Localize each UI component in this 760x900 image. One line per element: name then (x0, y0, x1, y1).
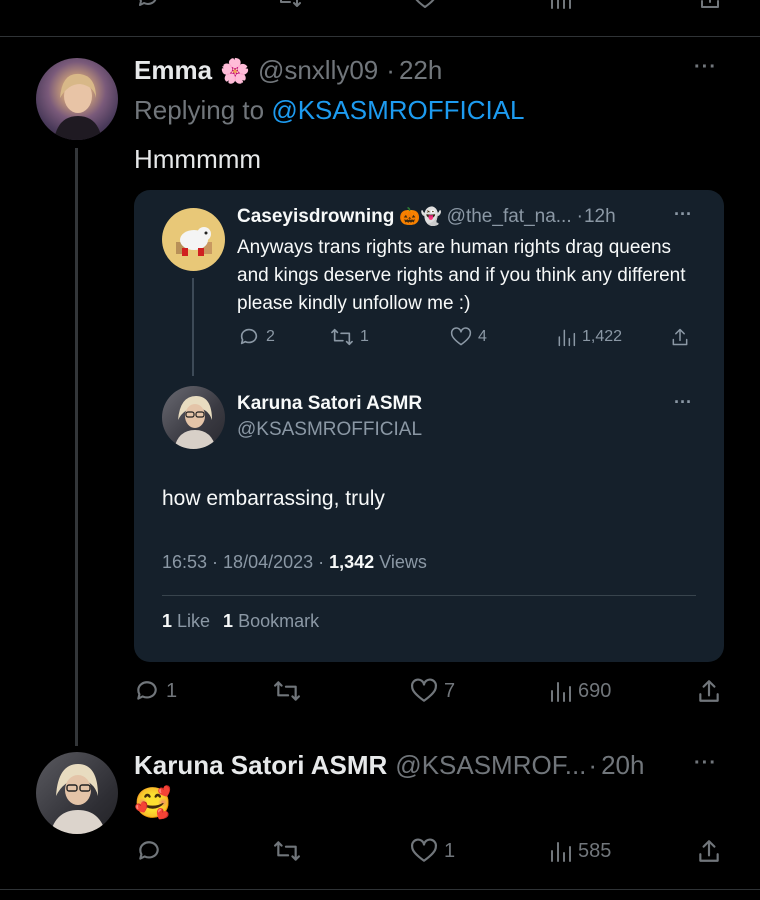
share-button[interactable] (696, 678, 722, 704)
timestamp[interactable]: 12h (584, 206, 616, 228)
divider-bottom (0, 889, 760, 890)
retweet-icon (274, 841, 300, 861)
retweet-icon (331, 328, 353, 346)
views-icon (551, 682, 571, 702)
flower-emoji: 🌸 (220, 58, 250, 85)
retweet-count: 1 (360, 328, 369, 345)
reply-icon[interactable] (136, 0, 160, 10)
like-count: 4 (478, 328, 487, 345)
reply-button[interactable]: 2 (238, 326, 275, 348)
display-name[interactable]: Karuna Satori ASMR (134, 750, 387, 781)
heart-icon (450, 327, 472, 346)
heart-icon (411, 678, 437, 702)
views-button[interactable]: 585 (548, 838, 611, 864)
separator-dot: · (588, 750, 598, 780)
retweet-button[interactable] (272, 678, 302, 704)
separator-dot: · (212, 552, 219, 572)
views-count: 585 (578, 839, 612, 862)
pumpkin-ghost-emoji: 🎃👻 (399, 207, 442, 226)
retweet-icon (274, 681, 300, 701)
share-icon (672, 328, 688, 346)
replying-to: Replying to @KSASMROFFICIAL (134, 95, 525, 126)
reply-button[interactable] (136, 838, 162, 864)
more-options-icon[interactable]: ··· (694, 752, 717, 775)
separator-dot: · (386, 55, 395, 85)
views-count: 832 (578, 0, 611, 5)
separator-dot: · (318, 552, 325, 572)
separator-dot: · (576, 206, 583, 227)
like-button[interactable]: 4 (450, 326, 487, 348)
tweet-text: Hmmmmm (134, 144, 262, 174)
retweet-icon[interactable] (276, 0, 302, 10)
post-time[interactable]: 16:53 (162, 552, 207, 573)
avatar[interactable] (162, 208, 225, 271)
tweet-text: Anyways trans rights are human rights dr… (237, 237, 686, 314)
views-count: 690 (578, 679, 612, 702)
reply-count: 1 (166, 679, 178, 702)
engagement-stats: 1 Like 1 Bookmark (162, 611, 319, 632)
replying-prefix: Replying to (134, 95, 265, 125)
tweet-header: Caseyisdrowning 🎃👻 @the_fat_na... · 12h (237, 206, 616, 228)
views-label: Views (379, 552, 427, 572)
retweet-button[interactable] (272, 838, 302, 864)
tweet-text: how embarrassing, truly (162, 487, 385, 510)
like-count: 1 (444, 839, 456, 862)
handle[interactable]: @snxlly09 (258, 55, 378, 86)
divider-top (0, 36, 760, 37)
tweet-meta: 16:53 · 18/04/2023 · 1,342 Views (162, 552, 427, 573)
share-icon[interactable] (698, 0, 722, 10)
tweet-header: Emma 🌸 @snxlly09 · 22h (134, 55, 442, 86)
more-options-icon[interactable]: ··· (694, 56, 717, 79)
avatar[interactable] (162, 386, 225, 449)
views-count: 1,422 (582, 328, 623, 345)
share-icon (699, 680, 719, 702)
share-icon (699, 840, 719, 862)
handle[interactable]: @KSASMROF... (395, 750, 586, 781)
quoted-tweet-card[interactable]: Caseyisdrowning 🎃👻 @the_fat_na... · 12h … (134, 190, 724, 662)
bookmarks-count[interactable]: 1 (223, 611, 233, 632)
avatar[interactable] (36, 752, 118, 834)
bookmarks-label[interactable]: Bookmark (238, 611, 319, 632)
display-name[interactable]: Caseyisdrowning (237, 206, 394, 228)
display-name[interactable]: Karuna Satori ASMR (237, 393, 422, 415)
views-icon (551, 842, 571, 862)
reply-count: 2 (266, 328, 275, 345)
like-button[interactable]: 1 (410, 838, 455, 864)
like-button[interactable]: 7 (410, 678, 455, 704)
tweet-header: Karuna Satori ASMR @KSASMROF... · 20h (134, 750, 644, 781)
likes-count[interactable]: 1 (162, 611, 172, 632)
handle[interactable]: @the_fat_na... (447, 206, 572, 228)
more-options-icon[interactable]: ··· (674, 204, 692, 225)
reply-button[interactable]: 1 (134, 678, 177, 704)
share-button[interactable] (670, 326, 690, 348)
thread-line (192, 278, 194, 376)
views-icon[interactable] (548, 0, 572, 10)
avatar[interactable] (36, 58, 118, 140)
views-button[interactable]: 1,422 (556, 326, 622, 348)
retweet-button[interactable]: 1 (330, 326, 369, 348)
post-date[interactable]: 18/04/2023 (223, 552, 313, 573)
reply-icon (139, 841, 159, 860)
handle[interactable]: @KSASMROFFICIAL (237, 419, 422, 441)
card-divider (162, 595, 696, 596)
share-button[interactable] (696, 838, 722, 864)
heart-icon (411, 838, 437, 862)
views-count: 1,342 (329, 552, 375, 572)
heart-icon[interactable] (412, 0, 438, 10)
thread-line (75, 148, 78, 746)
display-name[interactable]: Emma (134, 55, 212, 86)
views-button[interactable]: 690 (548, 678, 611, 704)
like-count: 7 (444, 679, 456, 702)
reply-icon (240, 328, 258, 345)
timestamp[interactable]: 20h (601, 750, 644, 781)
tweet-text: 🥰 (134, 787, 172, 820)
views-icon (558, 329, 576, 347)
more-options-icon[interactable]: ··· (674, 392, 692, 413)
timestamp[interactable]: 22h (399, 55, 442, 86)
top-partial-actions: 832 (0, 0, 760, 10)
likes-label[interactable]: Like (177, 611, 210, 632)
reply-icon (137, 681, 157, 700)
replying-handle-link[interactable]: @KSASMROFFICIAL (271, 95, 524, 125)
